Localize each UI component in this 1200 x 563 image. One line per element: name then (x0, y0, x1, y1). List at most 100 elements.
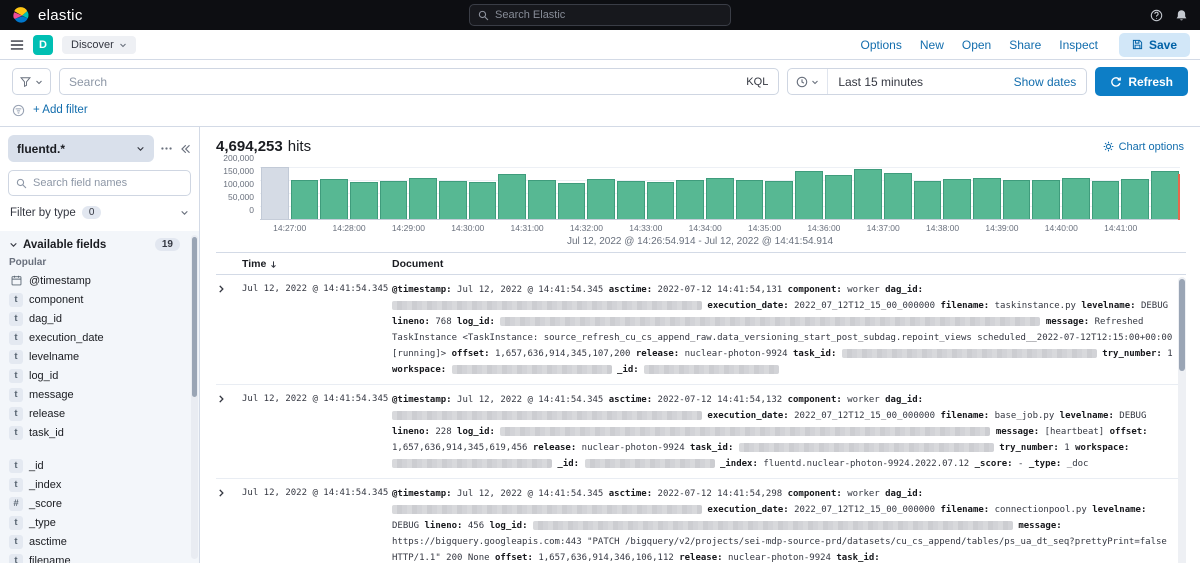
expand-row-button[interactable] (216, 392, 242, 472)
histogram-bar[interactable] (1151, 171, 1179, 220)
refresh-button[interactable]: Refresh (1095, 67, 1188, 96)
index-pattern-options-icon[interactable] (160, 142, 173, 155)
add-filter-button[interactable]: + Add filter (33, 104, 88, 116)
field-name: @timestamp (29, 275, 91, 287)
column-header-time[interactable]: Time (242, 258, 392, 270)
field-item-_id[interactable]: t_id (9, 456, 190, 475)
space-avatar[interactable]: D (33, 35, 53, 55)
histogram-bar[interactable] (943, 179, 971, 220)
quick-select-button[interactable] (788, 69, 828, 94)
histogram-bar[interactable] (706, 178, 734, 220)
histogram-bar[interactable] (765, 181, 793, 220)
filter-by-type-button[interactable]: Filter by type 0 (8, 204, 191, 227)
histogram-bar[interactable] (1003, 180, 1031, 220)
field-item-filename[interactable]: tfilename (9, 551, 190, 563)
field-item-levelname[interactable]: tlevelname (9, 347, 190, 366)
field-item-_score[interactable]: #_score (9, 494, 190, 513)
notifications-icon[interactable] (1175, 9, 1188, 22)
global-search[interactable] (469, 4, 731, 26)
time-range-value[interactable]: Last 15 minutes (828, 75, 1003, 89)
field-search[interactable] (8, 170, 191, 196)
doc-field-value: DEBUG (392, 521, 419, 531)
redacted-value (452, 365, 612, 374)
filter-options-icon[interactable] (12, 104, 25, 117)
histogram-bar[interactable] (825, 175, 853, 220)
histogram-bar[interactable] (350, 182, 378, 220)
table-scrollbar[interactable] (1178, 277, 1186, 563)
collapse-sidebar-icon[interactable] (179, 143, 191, 155)
histogram: 200,000150,000100,00050,0000 14:27:0014:… (200, 158, 1200, 252)
field-item-execution_date[interactable]: texecution_date (9, 328, 190, 347)
histogram-bar[interactable] (854, 169, 882, 220)
histogram-bar[interactable] (469, 182, 497, 220)
field-item-_index[interactable]: t_index (9, 475, 190, 494)
histogram-bar[interactable] (261, 167, 289, 220)
row-time: Jul 12, 2022 @ 14:41:54.345 (242, 486, 392, 563)
histogram-bar[interactable] (291, 180, 319, 220)
histogram-plot[interactable]: 200,000150,000100,00050,0000 (260, 164, 1180, 220)
nav-link-options[interactable]: Options (861, 38, 902, 52)
nav-link-inspect[interactable]: Inspect (1059, 38, 1098, 52)
field-item-component[interactable]: tcomponent (9, 290, 190, 309)
doc-field-key: lineno: (392, 427, 430, 437)
index-pattern-switcher[interactable]: fluentd.* (8, 135, 154, 162)
help-icon[interactable] (1150, 9, 1163, 22)
histogram-bar[interactable] (409, 178, 437, 220)
breadcrumb-discover[interactable]: Discover (62, 36, 136, 54)
query-input-wrap[interactable]: KQL (59, 68, 779, 95)
histogram-bar[interactable] (736, 180, 764, 220)
doc-field-key: message: (1046, 317, 1089, 327)
histogram-bar[interactable] (528, 180, 556, 220)
query-input[interactable] (60, 75, 736, 89)
available-fields-header[interactable]: Available fields 19 (9, 238, 190, 251)
global-search-input[interactable] (495, 9, 722, 21)
histogram-bar[interactable] (676, 180, 704, 220)
histogram-bar[interactable] (914, 181, 942, 220)
query-language-button[interactable]: KQL (736, 76, 778, 88)
histogram-bar[interactable] (1062, 178, 1090, 220)
chart-options-button[interactable]: Chart options (1103, 141, 1184, 153)
doc-field-key: asctime: (609, 489, 652, 499)
nav-link-open[interactable]: Open (962, 38, 991, 52)
histogram-bar[interactable] (558, 183, 586, 220)
field-item-task_id[interactable]: ttask_id (9, 423, 190, 442)
doc-field-key: lineno: (425, 521, 463, 531)
histogram-bar[interactable] (1092, 181, 1120, 220)
elastic-logo-icon[interactable] (12, 6, 30, 24)
expand-row-button[interactable] (216, 282, 242, 378)
histogram-bar[interactable] (1032, 180, 1060, 220)
field-item-@timestamp[interactable]: @timestamp (9, 271, 190, 290)
field-item-_type[interactable]: t_type (9, 513, 190, 532)
field-item-release[interactable]: trelease (9, 404, 190, 423)
save-button[interactable]: Save (1119, 33, 1190, 57)
field-item-dag_id[interactable]: tdag_id (9, 309, 190, 328)
histogram-bar[interactable] (498, 174, 526, 220)
histogram-bar[interactable] (884, 173, 912, 220)
field-search-input[interactable] (33, 177, 183, 189)
show-dates-button[interactable]: Show dates (1004, 75, 1087, 89)
field-item-message[interactable]: tmessage (9, 385, 190, 404)
histogram-bar[interactable] (320, 179, 348, 220)
date-picker: Last 15 minutes Show dates (787, 68, 1087, 95)
menu-icon[interactable] (10, 38, 24, 52)
y-axis-label: 200,000 (223, 153, 254, 163)
histogram-bar[interactable] (1121, 179, 1149, 220)
nav-link-share[interactable]: Share (1009, 38, 1041, 52)
string-field-icon: t (9, 516, 23, 530)
histogram-bar[interactable] (795, 171, 823, 220)
doc-field-key: execution_date: (707, 301, 788, 311)
field-item-log_id[interactable]: tlog_id (9, 366, 190, 385)
histogram-bar[interactable] (617, 181, 645, 220)
field-item-asctime[interactable]: tasctime (9, 532, 190, 551)
saved-query-menu-button[interactable] (12, 68, 51, 95)
sidebar-scrollbar[interactable] (191, 235, 198, 559)
expand-row-button[interactable] (216, 486, 242, 563)
nav-link-new[interactable]: New (920, 38, 944, 52)
histogram-bar[interactable] (973, 178, 1001, 220)
histogram-bar[interactable] (587, 179, 615, 220)
doc-field-key: component: (788, 489, 842, 499)
histogram-bar[interactable] (439, 181, 467, 220)
available-fields-label: Available fields (23, 239, 106, 251)
histogram-bar[interactable] (647, 182, 675, 220)
histogram-bar[interactable] (380, 181, 408, 220)
